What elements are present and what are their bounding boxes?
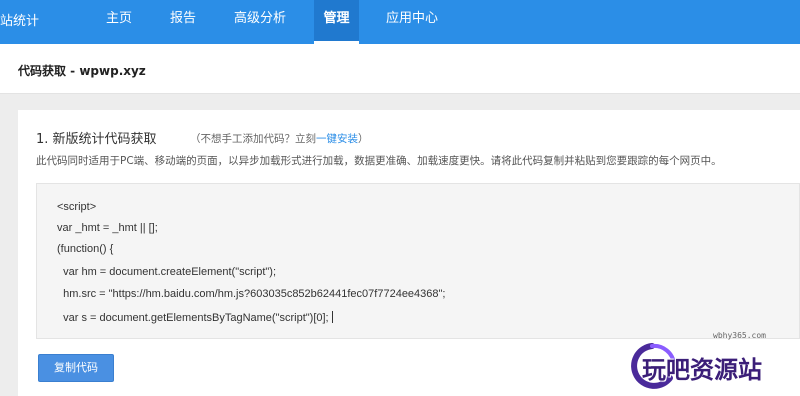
tracking-code-box[interactable]: <script> var _hmt = _hmt || []; (functio… <box>36 183 800 339</box>
code-line: (function() { <box>57 243 114 255</box>
app-logo[interactable]: 站统计 <box>0 0 39 44</box>
nav-item-advanced-analysis[interactable]: 高级分析 <box>226 0 294 44</box>
code-line-with-caret: var s = document.getElementsByTagName("s… <box>57 311 333 324</box>
nav-item-app-center[interactable]: 应用中心 <box>378 0 446 44</box>
watermark-text: 玩吧资源站 <box>642 356 762 384</box>
code-line: var _hmt = _hmt || []; <box>57 222 158 234</box>
nav-item-manage[interactable]: 管理 <box>314 0 359 44</box>
top-nav-bar: 站统计 主页 报告 高级分析 管理 应用中心 <box>0 0 800 44</box>
note-suffix: ） <box>358 133 369 145</box>
copy-code-button[interactable]: 复制代码 <box>38 354 114 382</box>
nav-item-reports[interactable]: 报告 <box>158 0 208 44</box>
page-title: 代码获取 - wpwp.xyz <box>18 64 146 78</box>
step-note: （不想手工添加代码？立刻一键安装） <box>190 131 369 146</box>
text-caret <box>331 311 333 323</box>
note-prefix: （不想手工添加代码？立刻 <box>190 133 316 145</box>
one-click-install-link[interactable]: 一键安装 <box>316 133 358 145</box>
watermark-url: wbhy365.com <box>713 331 766 340</box>
code-line: <script> <box>57 201 97 213</box>
code-line: var s = document.getElementsByTagName("s… <box>57 312 329 324</box>
nav-item-home[interactable]: 主页 <box>96 0 142 44</box>
code-line: hm.src = "https://hm.baidu.com/hm.js?603… <box>57 288 446 300</box>
code-description: 此代码同时适用于PC端、移动端的页面，以异步加载形式进行加载，数据更准确、加载速… <box>36 155 722 167</box>
page-header: 代码获取 - wpwp.xyz <box>0 44 800 94</box>
code-line: var hm = document.createElement("script"… <box>57 266 277 278</box>
step-title: 1. 新版统计代码获取 <box>36 132 157 147</box>
watermark-logo: 玩吧资源站 <box>622 340 800 390</box>
